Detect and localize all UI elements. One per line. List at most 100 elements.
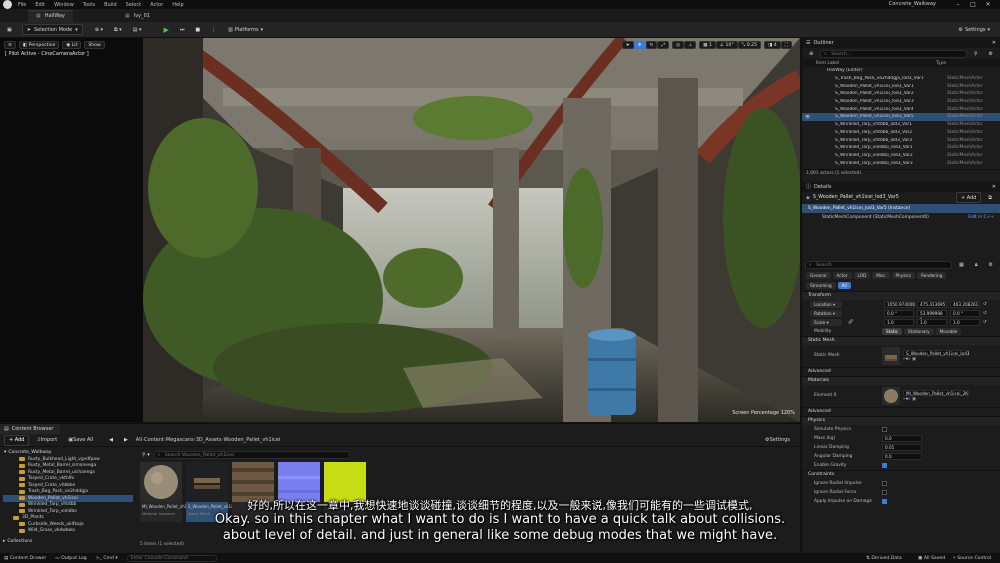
console-command-input[interactable]: Enter Console Command — [126, 554, 217, 562]
menu-select[interactable]: Select — [126, 2, 141, 8]
static-mesh-section[interactable]: Static Mesh — [802, 335, 1000, 345]
cmd-dropdown[interactable]: >_ Cmd ▾ — [96, 556, 118, 561]
cb-settings-button[interactable]: ⚙ Settings — [761, 435, 794, 446]
mobility-movable[interactable]: Movable — [935, 327, 962, 335]
viewport-scene[interactable] — [143, 38, 800, 422]
breadcrumb-item[interactable]: Content — [144, 437, 164, 443]
add-filter-icon[interactable]: ⊕ — [805, 48, 817, 59]
grid-snap-button[interactable]: ▦ 1 — [699, 41, 716, 49]
blueprint-icon[interactable]: ⧉ ▾ — [110, 24, 126, 35]
source-control-button[interactable]: ⑂ Source Control — [953, 555, 991, 561]
output-log-button[interactable]: ▭ Output Log — [55, 556, 86, 561]
breadcrumb-item[interactable]: Megascans — [166, 437, 194, 443]
component-row[interactable]: StaticMeshComponent (StaticMeshComponent… — [802, 213, 1000, 222]
stop-icon[interactable]: ■ — [191, 24, 204, 35]
location-y-field[interactable]: 475.413695 — [917, 301, 947, 308]
filter-tab[interactable]: General — [806, 272, 831, 280]
location-dropdown[interactable]: Location ▾ — [810, 300, 842, 308]
tree-root[interactable]: ▾ Concrete_Walkway — [3, 448, 133, 456]
save-all-button[interactable]: ▣ Save All — [64, 435, 97, 446]
translate-tool-icon[interactable]: ✥ — [633, 41, 646, 49]
filter-icon[interactable]: ⚲ — [970, 48, 982, 59]
location-x-field[interactable]: 1050.974000 — [884, 301, 915, 308]
cinematics-icon[interactable]: ▤ ▾ — [129, 24, 146, 35]
tab-ivy[interactable]: ▦ Ivy_01 — [117, 10, 158, 22]
static-mesh-thumbnail[interactable] — [882, 346, 900, 365]
all-saved-button[interactable]: ▣ All Saved — [918, 556, 945, 561]
rotation-z-field[interactable]: 0.0 ° — [950, 310, 980, 317]
reset-icon[interactable]: ↺ — [983, 311, 987, 316]
scale-dropdown[interactable]: Scale ▾ — [810, 318, 842, 326]
lit-button[interactable]: ◉ Lit — [62, 41, 82, 49]
content-browser-tab[interactable]: ▤ Content Browser — [0, 424, 60, 434]
advanced-expander-2[interactable]: Advanced — [802, 406, 1000, 416]
menu-actor[interactable]: Actor — [150, 2, 163, 8]
scale-z-field[interactable]: 1.0 — [950, 319, 980, 326]
scale-tool-icon[interactable]: ⤢ — [657, 41, 670, 49]
surface-snap-icon[interactable]: ⊥ — [684, 41, 697, 49]
blueprint-icon[interactable]: ⧉ — [984, 192, 996, 203]
outliner-row[interactable]: 👁︎ S_Wooden_Pallet_vh1icei_lod3_Var5 Stati… — [802, 113, 1000, 121]
prop-checkbox[interactable] — [882, 462, 887, 468]
filter-tab[interactable]: Rendering — [917, 272, 947, 280]
filter-tab[interactable]: Actor — [832, 272, 852, 280]
browse-icons[interactable]: ← ⌕ ▣ — [903, 356, 972, 362]
breadcrumb-item[interactable]: Wooden_Pallet_vh1icei — [224, 437, 281, 443]
selection-mode-dropdown[interactable]: ➤ Selection Mode ▾ — [21, 24, 83, 35]
browse-icons[interactable]: ← ⌕ ▣ — [903, 396, 972, 402]
menu-file[interactable]: File — [18, 2, 26, 8]
prop-value-field[interactable]: 0.0 — [882, 435, 922, 442]
prop-checkbox[interactable] — [882, 480, 887, 486]
play-button[interactable]: ▶ — [160, 24, 173, 35]
reset-icon[interactable]: ↺ — [983, 302, 987, 307]
outliner-row[interactable]: S_Wrinkled_Tarp_vieldbo_lod3_Var2 StaticM… — [802, 152, 1000, 160]
quick-add-icon[interactable]: ⊕ ▾ — [91, 24, 107, 35]
menu-tools[interactable]: Tools — [83, 2, 95, 8]
outliner-row[interactable]: HallWay (Editor) — [802, 67, 1000, 75]
derived-data-button[interactable]: ⇅ Derived Data — [866, 556, 902, 561]
level-viewport[interactable]: ≡ ◧ Perspective ◉ Lit Show [ Pilot Activ… — [0, 38, 800, 422]
outliner-row[interactable]: S_Wooden_Pallet_vh1icei_lod3_Var4 StaticM… — [802, 105, 1000, 113]
mobility-stationary[interactable]: Stationary — [903, 327, 934, 335]
close-icon[interactable]: ✕ — [992, 184, 996, 190]
forward-icon[interactable]: ▶ — [120, 435, 132, 446]
scale-x-field[interactable]: 1.0 — [884, 319, 914, 326]
select-tool-icon[interactable]: ➤ — [621, 41, 634, 49]
outliner-row[interactable]: S_Wrinkled_Tarp_vieldbo_lod3_Var3 StaticM… — [802, 159, 1000, 167]
rotation-x-field[interactable]: 0.0 ° — [884, 310, 914, 317]
transform-section[interactable]: Transform — [802, 290, 1000, 300]
outliner-row[interactable]: S_Wrinkled_Tarp_vhtdbb_lod3_Var3 StaticMe… — [802, 136, 1000, 144]
world-local-icon[interactable]: ◎ — [672, 41, 685, 49]
mobility-static[interactable]: Static — [882, 327, 902, 335]
physics-section[interactable]: Physics — [802, 415, 1000, 425]
rotation-y-field[interactable]: 53.999998 ° — [917, 310, 947, 322]
breadcrumb-item[interactable]: 3D_Assets — [196, 437, 222, 443]
filter-tab[interactable]: LOD — [853, 272, 871, 280]
material-thumbnail[interactable] — [882, 386, 900, 405]
outliner-settings-icon[interactable]: ⚙ — [985, 48, 997, 59]
column-item-label[interactable]: Item Label — [802, 61, 936, 66]
outliner-row[interactable]: S_Wooden_Pallet_vh1icei_lod3_Var2 StaticM… — [802, 90, 1000, 98]
step-icon[interactable]: ⏭ — [176, 24, 189, 35]
visibility-icon[interactable]: 👁︎ — [805, 114, 813, 119]
maximize-icon[interactable]: □ — [968, 1, 978, 8]
add-component-button[interactable]: + Add — [955, 192, 982, 204]
actor-name[interactable]: S_Wooden_Pallet_vh1icei_lod3_Var5 — [813, 195, 899, 200]
advanced-expander[interactable]: Advanced — [802, 366, 1000, 376]
rotate-tool-icon[interactable]: ↻ — [645, 41, 658, 49]
play-options-icon[interactable]: ⋮ — [207, 24, 220, 35]
prop-value-field[interactable]: 0.01 — [882, 444, 922, 451]
prop-checkbox[interactable] — [882, 426, 887, 432]
outliner-search-input[interactable]: ⌕ Search... — [820, 49, 967, 58]
filter-tab[interactable]: Misc — [872, 272, 890, 280]
details-settings-icon[interactable]: ⚙ — [985, 260, 997, 271]
rotation-dropdown[interactable]: Rotation ▾ — [810, 309, 842, 317]
import-button[interactable]: ⇩ Import — [32, 435, 61, 446]
reset-icon[interactable]: ↺ — [983, 320, 987, 325]
location-z-field[interactable]: 403.208261 — [950, 301, 980, 308]
asset-search-input[interactable]: ⌕ Search Wooden_Pallet_vh1icei — [153, 450, 350, 459]
rotation-snap-button[interactable]: ∠ 10° — [715, 41, 738, 49]
add-button[interactable]: + Add — [4, 434, 30, 446]
materials-section[interactable]: Materials — [802, 375, 1000, 385]
menu-edit[interactable]: Edit — [35, 2, 45, 8]
